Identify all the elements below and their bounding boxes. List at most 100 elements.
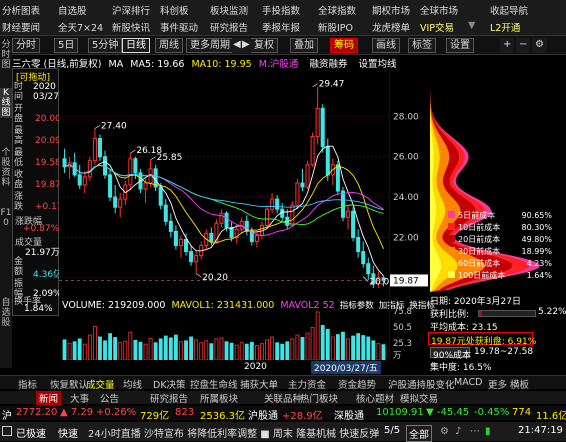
side-tab-3[interactable]: F10 (0, 208, 12, 228)
volume-bar (118, 342, 123, 360)
chip-legend-label: 100日前成本 (458, 270, 505, 280)
menu-item-r2-3[interactable]: 事件驱动 (160, 20, 198, 34)
ma-line-ma5 (64, 145, 384, 277)
concentration: 集中度: 16.5% (430, 363, 492, 373)
indicator-tab-10[interactable]: MACD (454, 377, 482, 388)
side-tab-4[interactable]: 自选股 (0, 298, 12, 328)
menu-item-4[interactable]: 板块监测 (210, 3, 248, 17)
minus-icon[interactable]: − (516, 38, 531, 53)
menu-item-r2-2[interactable]: 新股快讯 (112, 20, 150, 34)
indicator-tab-1[interactable]: 恢复默认 (50, 377, 88, 391)
menu-item-r2-8[interactable]: VIP交易 (420, 20, 454, 34)
toolbar-btn-0[interactable]: 分时 (12, 38, 40, 53)
menu-item-1[interactable]: 自选股 (58, 3, 87, 17)
indicator-tab-3[interactable]: 均线 (123, 377, 142, 391)
sh-pct: +0.26% (96, 407, 137, 418)
sh-label: 沪 (2, 411, 12, 422)
menu-item-3[interactable]: 科创板 (160, 3, 189, 17)
volume-bar (224, 341, 229, 360)
candle (163, 199, 168, 226)
menu-item-r2-9[interactable]: L2开通 (490, 20, 520, 34)
plus-icon[interactable]: + (500, 38, 515, 53)
menu-item-r2-5[interactable]: 季报年报 (262, 20, 300, 34)
indicator-tab-7[interactable]: 主力资金 (288, 377, 326, 391)
menu-item-6[interactable]: 全球指数 (318, 3, 356, 17)
settings-icon[interactable]: ⚙ (532, 38, 547, 53)
open-value: 20.00 (35, 114, 61, 124)
sound-icon[interactable]: ♪ (455, 426, 461, 437)
menu-item-r2-4[interactable]: 研究报告 (210, 20, 248, 34)
bottom-nav-2[interactable]: 公告 (100, 391, 119, 405)
bottom-nav-8[interactable]: 模拟交易 (400, 391, 438, 405)
bottom-nav-6[interactable]: 热门板块 (300, 391, 338, 405)
toolbar-btn-7[interactable]: 叠加 (290, 38, 318, 53)
toolbar-btn-3[interactable]: 日线 (122, 38, 150, 53)
indicator-tab-4[interactable]: DK决策 (153, 377, 186, 391)
menu-icon[interactable] (2, 426, 12, 436)
toolbar-btn-6[interactable]: 复权 (250, 38, 278, 53)
indicator-tab-6[interactable]: 捕获大单 (240, 377, 278, 391)
indicator-tab-2[interactable]: 成交量 (86, 377, 115, 391)
indicator-tab-12[interactable]: 横板 (510, 377, 529, 391)
volume-tick: 25.3 (393, 339, 412, 349)
candle (356, 229, 361, 258)
volume-bar (249, 341, 254, 360)
candle (103, 150, 108, 179)
bottom-nav-0[interactable]: 新闻 (36, 391, 62, 405)
bottom-nav-1[interactable]: 大事 (70, 391, 89, 405)
menu-item-0[interactable]: 分析图表 (2, 3, 40, 17)
sgt-pct: -0.45% (474, 407, 510, 418)
menu-item-7[interactable]: 期权市场 (372, 3, 410, 17)
toolbar-btn-11[interactable]: 设置 (446, 38, 474, 53)
toolbar-btn-9[interactable]: 画线 (372, 38, 400, 53)
indicator-params-link[interactable]: 指标参数 (340, 301, 374, 311)
news-filter[interactable]: 全部 (406, 425, 432, 442)
chip-legend-swatch (448, 223, 455, 230)
amount-label: 金额 (14, 257, 24, 277)
chip-legend-value: 4.23% (527, 259, 553, 268)
menu-item-9[interactable]: 收起导航 (490, 3, 528, 17)
toolbar-btn-2[interactable]: 5分钟 (88, 38, 123, 53)
toolbar-btn-4[interactable]: 周线 (155, 38, 183, 53)
dots-icon[interactable]: ⋯ (470, 426, 480, 437)
toolbar-btn-1[interactable]: 5日 (54, 38, 79, 53)
candlestick-chart[interactable]: 29.4727.4026.1825.8520.2020.06 (59, 68, 389, 300)
bottom-nav-7[interactable]: 核心题材 (356, 391, 394, 405)
menu-item-8[interactable]: 全球市场 (420, 3, 458, 17)
volume-bar (254, 345, 259, 360)
bottom-nav-4[interactable]: 所属板块 (200, 391, 238, 405)
news-marquee[interactable]: 24小时直播 沙特宣布 将降低利率调整 ■ 周末 隆基机械 快速反弹 (88, 425, 388, 440)
bottom-nav-3[interactable]: 研究报告 (150, 391, 188, 405)
indicator-tab-11[interactable]: 更多 (488, 377, 507, 391)
indicator-tab-5[interactable]: 控盘生命线 (190, 377, 238, 391)
candle (189, 245, 194, 266)
volume-bar (270, 336, 275, 360)
indicator-tab-8[interactable]: 资金趋势 (338, 377, 376, 391)
toolbar-btn-8[interactable]: 筹码 (330, 38, 358, 53)
menu-item-r2-0[interactable]: 财经要闻 (2, 20, 40, 34)
open-label: 开盘 (14, 104, 24, 124)
toolbar-btn-10[interactable]: 标签 (408, 38, 436, 53)
bottom-nav-5[interactable]: 关联品种 (264, 391, 302, 405)
menu-item-2[interactable]: 沪深排行 (112, 3, 150, 17)
sz-value: 823 (175, 407, 195, 418)
indicator-tab-9[interactable]: 沪股通持股变化 (388, 377, 455, 391)
volume-bar (82, 343, 87, 360)
menu-item-5[interactable]: 手投指数 (262, 3, 300, 17)
candle (310, 132, 315, 167)
side-tab-1[interactable]: K线图 (0, 88, 12, 118)
nav-arrow-icon[interactable]: ▼ (468, 20, 475, 31)
menu-item-r2-1[interactable]: 全天7×24 (58, 20, 103, 34)
settings-icon[interactable]: ⚙ (440, 426, 449, 437)
indicator-tab-0[interactable]: 指标 (18, 377, 37, 391)
side-tab-0[interactable]: 分时图 (0, 40, 12, 70)
menu-item-r2-6[interactable]: 新股IPO (318, 20, 353, 34)
menu-item-r2-7[interactable]: 龙虎榜单 (372, 20, 410, 34)
amount-value: 4.36亿 (33, 270, 63, 280)
cost-range-select[interactable]: 90%成本 (430, 347, 471, 361)
side-tab-2[interactable]: 个股资料 (0, 148, 12, 188)
chip-distribution-chart[interactable]: 5日前成本 90.65% 10日前成本 80.30% 20日前成本 49.80% 30日前成… (430, 68, 557, 300)
quote-info-panel[interactable]: [可拖动] 时间 2020 03/27 开盘 20.00 最高 20.09 最低… (12, 68, 63, 316)
chevron-right-icon[interactable]: ▶ (241, 38, 251, 53)
toolbar-btn-5[interactable]: 更多周期 (186, 38, 234, 53)
